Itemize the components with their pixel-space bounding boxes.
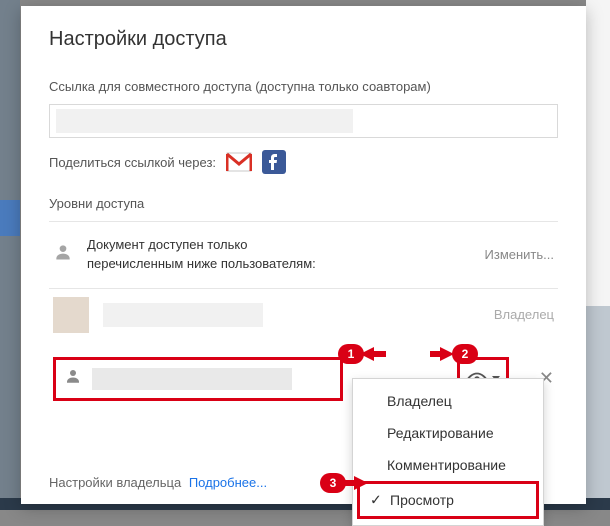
access-levels-label: Уровни доступа: [49, 196, 558, 211]
add-person-input[interactable]: [53, 357, 343, 401]
arrow-right-icon: [344, 475, 368, 491]
link-section-label: Ссылка для совместного доступа (доступна…: [49, 79, 558, 94]
footer-more-link[interactable]: Подробнее...: [189, 475, 267, 490]
footer-text: Настройки владельца: [49, 475, 181, 490]
person-icon: [53, 242, 73, 267]
owner-row: Владелец: [49, 289, 558, 341]
role-dropdown-menu: Владелец Редактирование Комментирование …: [352, 378, 544, 526]
role-option-owner[interactable]: Владелец: [353, 385, 543, 417]
role-option-comment[interactable]: Комментирование: [353, 449, 543, 481]
arrow-left-icon: [362, 346, 386, 362]
role-option-view[interactable]: ✓ Просмотр: [357, 481, 539, 519]
footer: Настройки владельца Подробнее...: [49, 475, 267, 490]
share-link-input[interactable]: [49, 104, 558, 138]
owner-role-label: Владелец: [494, 307, 554, 322]
facebook-icon[interactable]: [262, 150, 286, 174]
add-person-redacted: [92, 368, 292, 390]
arrow-right-icon: [430, 346, 454, 362]
callout-3: 3: [320, 473, 368, 493]
role-option-edit[interactable]: Редактирование: [353, 417, 543, 449]
gmail-icon[interactable]: [226, 152, 252, 172]
share-via-label: Поделиться ссылкой через:: [49, 155, 216, 170]
callout-1: 1: [338, 344, 386, 364]
change-access-link[interactable]: Изменить...: [485, 247, 554, 262]
owner-name-redacted: [103, 303, 263, 327]
callout-2: 2: [430, 344, 478, 364]
access-restricted-text: Документ доступен только перечисленным н…: [87, 236, 471, 274]
dialog-title: Настройки доступа: [49, 28, 558, 51]
check-icon: ✓: [370, 492, 382, 509]
person-icon: [64, 367, 82, 390]
share-link-redacted: [56, 109, 353, 133]
share-via-row: Поделиться ссылкой через:: [49, 150, 558, 174]
access-restricted-row: Документ доступен только перечисленным н…: [49, 221, 558, 289]
avatar: [53, 297, 89, 333]
